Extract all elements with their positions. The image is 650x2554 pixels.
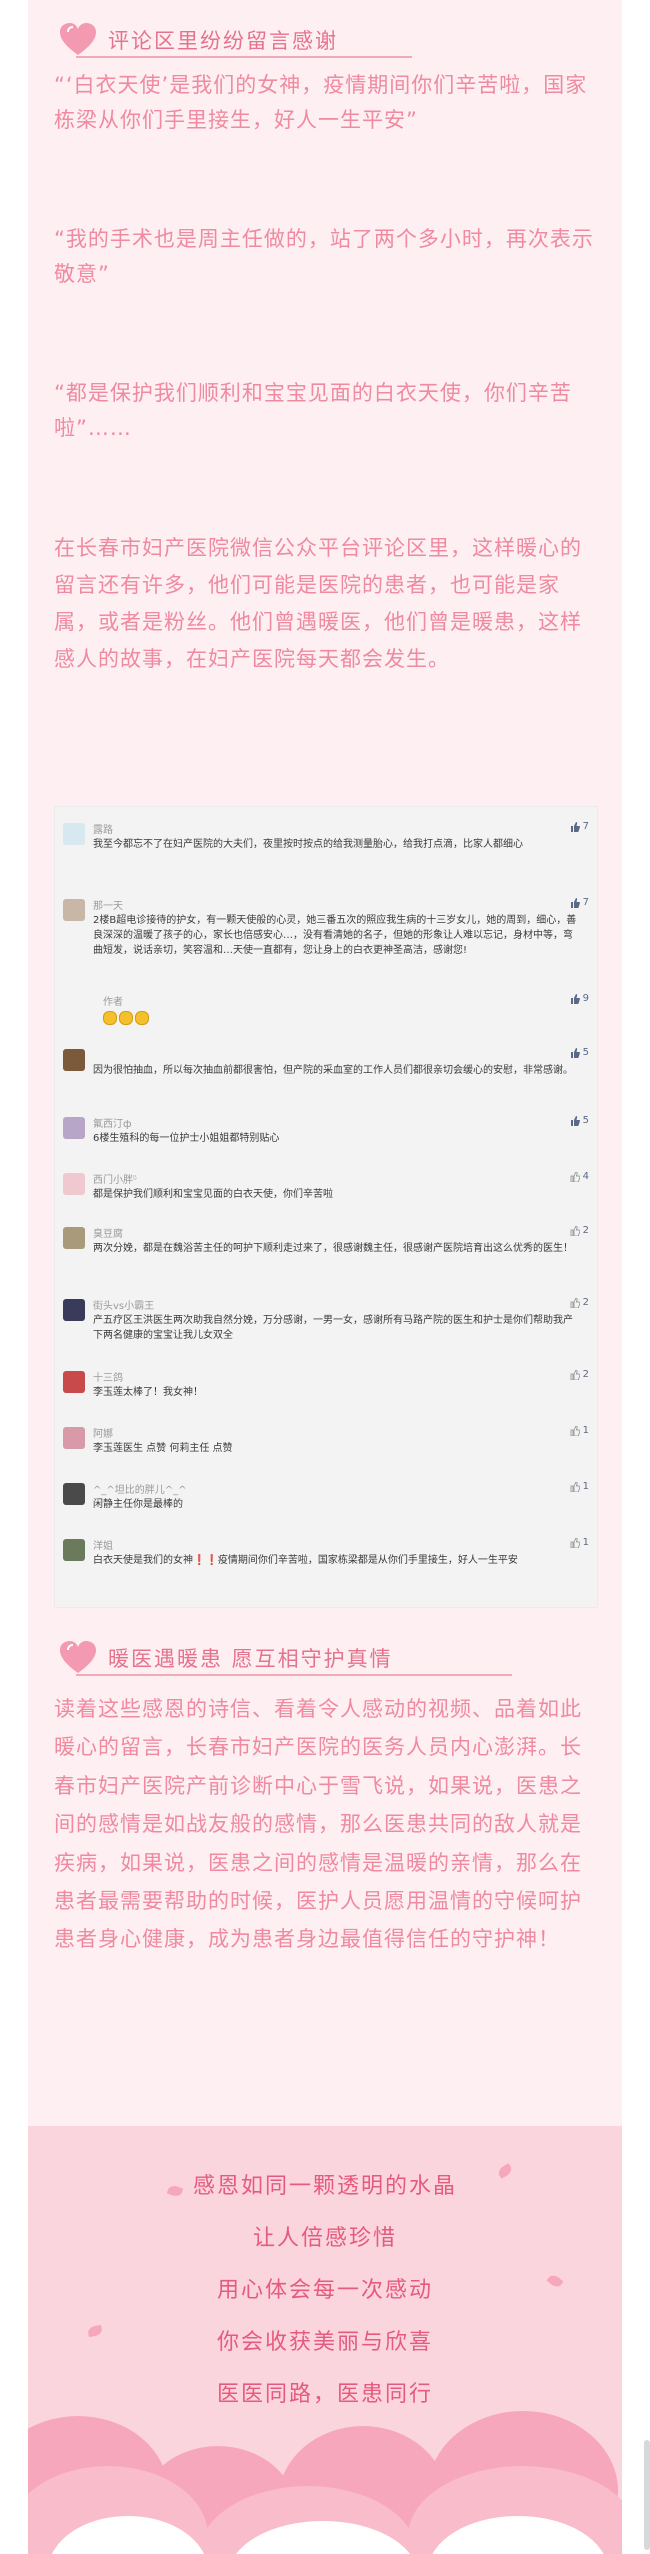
like-count: 1 [582,1537,589,1548]
like-count: 5 [582,1047,589,1058]
section1-paragraph: 在长春市妇产医院微信公众平台评论区里，这样暖心的留言还有许多，他们可能是医院的患… [54,536,582,671]
like-button[interactable]: 1 [570,1425,589,1436]
emoji-icon [103,1011,117,1025]
heart-icon [60,23,96,55]
thumb-up-outline-icon [570,1171,580,1182]
like-count: 5 [582,1115,589,1126]
like-button[interactable]: 1 [570,1481,589,1492]
author-label: 作者 [103,997,123,1008]
section-title: 暖医遇暖患 愿互相守护真情 [108,1647,393,1671]
poem-line: 医医同路，医患同行 [216,2382,433,2407]
poem-line: 你会收获美丽与欣喜 [216,2330,433,2355]
avatar [63,1539,85,1561]
section-title: 评论区里纷纷留言感谢 [108,29,338,53]
thumb-up-outline-icon [570,1225,580,1236]
quote-1: “‘白衣天使’是我们的女神，疫情期间你们辛苦啦，国家栋梁从你们手里接生，好人一生… [54,73,588,132]
like-count: 7 [582,897,589,908]
heart-icon [60,1641,96,1673]
like-count: 7 [582,821,589,832]
comment-author: 十三鸽 [93,1373,123,1384]
like-count: 1 [582,1425,589,1436]
poem-line: 让人倍感珍惜 [252,2226,397,2251]
comment-text: 6楼生殖科的每一位护士小姐姐都特别贴心 [93,1133,280,1144]
comment-text: 2楼B超电诊接待的护女，有一颗天使般的心灵，她三番五次的照应我生病的十三岁女儿，… [93,915,577,956]
thumb-up-outline-icon [570,1369,580,1380]
avatar [63,1049,85,1071]
comment-author: 洋姐 [93,1541,113,1552]
like-button[interactable]: 9 [570,993,589,1004]
avatar [63,1299,85,1321]
avatar [63,823,85,845]
comment-author: 那一天 [93,901,123,912]
thumb-up-icon [570,1115,580,1126]
avatar [63,1427,85,1449]
like-button[interactable]: 5 [570,1115,589,1126]
comment-text: 我至今都忘不了在妇产医院的大夫们，夜里按时按点的给我测量胎心，给我打点滴，比家人… [93,839,523,850]
like-count: 2 [582,1369,589,1380]
thumb-up-icon [570,1047,580,1058]
comment-author: ^_^坦比的胖儿^_^ [93,1485,187,1496]
emoji-icon [135,1011,149,1025]
like-button[interactable]: 7 [570,897,589,908]
comment-author: 阿娜 [93,1429,113,1440]
poem-line: 感恩如同一颗透明的水晶 [192,2174,457,2199]
comment-author: 臭豆腐 [93,1229,123,1240]
thumb-up-outline-icon [570,1537,580,1548]
like-count: 1 [582,1481,589,1492]
section-underline [76,56,412,58]
avatar [63,1117,85,1139]
thumb-up-icon [570,821,580,832]
comment-author: 氟西汀ф [93,1119,132,1130]
quote-3: “都是保护我们顺利和宝宝见面的白衣天使，你们辛苦啦”…… [54,381,572,440]
thumb-up-outline-icon [570,1481,580,1492]
comment-text: 两次分娩，都是在魏浴苦主任的呵护下顺利走过来了，很感谢魏主任，很感谢产医院培育出… [93,1243,573,1254]
reply-emojis [103,1011,149,1025]
like-count: 4 [582,1171,589,1182]
comment-author: 露路 [93,825,113,836]
thumb-up-icon [570,897,580,908]
poem-banner: 感恩如同一颗透明的水晶 让人倍感珍惜 用心体会每一次感动 你会收获美丽与欣喜 医… [28,2126,622,2554]
avatar [63,899,85,921]
like-button[interactable]: 5 [570,1047,589,1058]
article-page: 评论区里纷纷留言感谢 “‘白衣天使’是我们的女神，疫情期间你们辛苦啦，国家栋梁从… [28,0,622,2554]
thumb-up-outline-icon [570,1425,580,1436]
comment-text: 李玉莲太棒了！我女神！ [93,1387,203,1398]
like-count: 2 [582,1297,589,1308]
avatar [63,1371,85,1393]
comment-text: 李玉莲医生 点赞 何莉主任 点赞 [93,1443,233,1454]
avatar [63,1173,85,1195]
section2-paragraph: 读着这些感恩的诗信、看着令人感动的视频、品着如此暖心的留言，长春市妇产医院的医务… [54,1697,582,1952]
scrollbar[interactable] [644,2440,650,2550]
comment-text: 都是保护我们顺利和宝宝见面的白衣天使，你们辛苦啦 [93,1189,333,1200]
poem-line: 用心体会每一次感动 [216,2278,433,2303]
comment-text: 白衣天使是我们的女神❗️❗️疫情期间你们辛苦啦，国家栋梁都是从你们手里接生，好人… [93,1555,518,1566]
like-button[interactable]: 7 [570,821,589,832]
like-button[interactable]: 2 [570,1225,589,1236]
like-count: 9 [582,993,589,1004]
avatar [63,1227,85,1249]
like-button[interactable]: 4 [570,1171,589,1182]
thumb-up-icon [570,993,580,1004]
emoji-icon [119,1011,133,1025]
comment-author: 西门小胖ᵕ̈ [93,1175,138,1186]
like-count: 2 [582,1225,589,1236]
comment-author: 街头vs小霸王 [93,1301,155,1312]
section-underline [76,1674,512,1676]
like-button[interactable]: 1 [570,1537,589,1548]
avatar [63,1483,85,1505]
quote-2: “我的手术也是周主任做的，站了两个多小时，再次表示敬意” [54,227,594,286]
thumb-up-outline-icon [570,1297,580,1308]
like-button[interactable]: 2 [570,1369,589,1380]
comment-text: 产五疗区王洪医生两次助我自然分娩，万分感谢，一男一女，感谢所有马路产院的医生和护… [93,1315,573,1341]
like-button[interactable]: 2 [570,1297,589,1308]
comments-screenshot: 露路 我至今都忘不了在妇产医院的大夫们，夜里按时按点的给我测量胎心，给我打点滴，… [54,806,598,1608]
comment-text: 闲静主任你是最棒的 [93,1499,183,1510]
comment-text: 因为很怕抽血，所以每次抽血前都很害怕，但产院的采血室的工作人员们都很亲切会缓心的… [93,1065,573,1076]
